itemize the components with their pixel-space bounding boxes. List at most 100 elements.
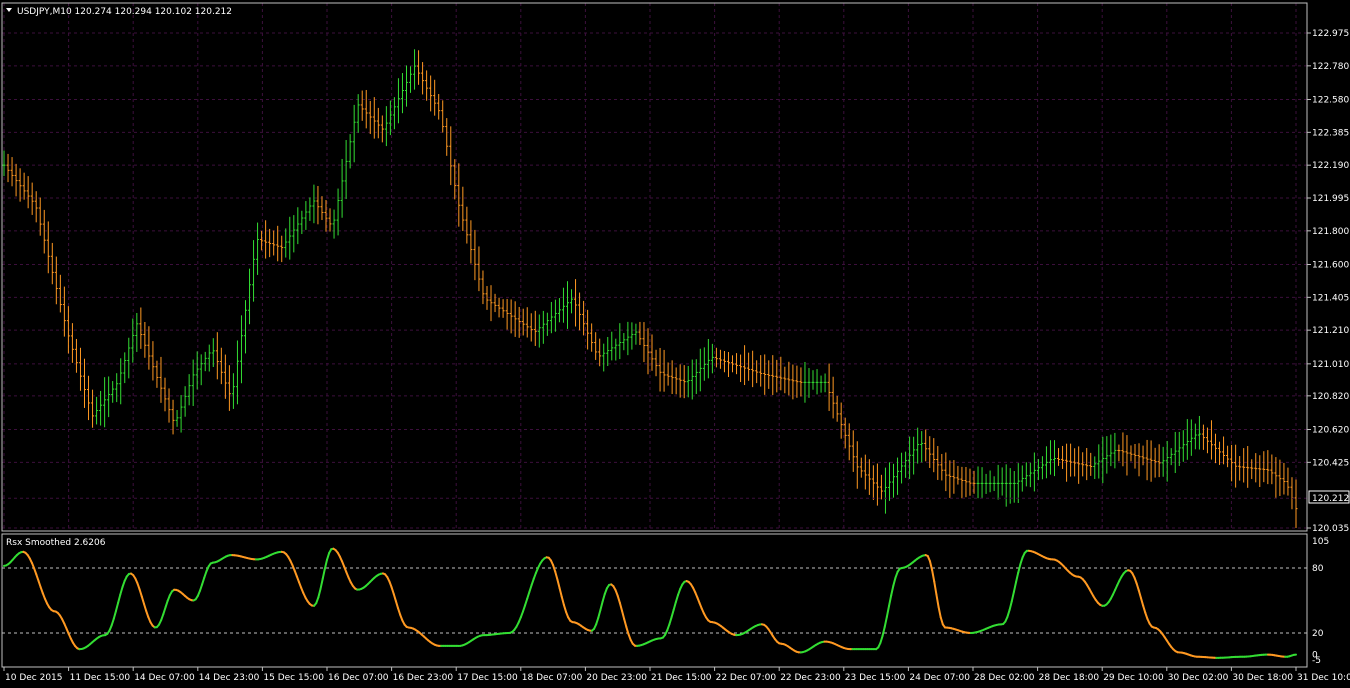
rsx-segment [138,588,143,598]
rsx-segment [117,593,122,604]
rsx-segment [528,584,533,593]
time-tick-label: 21 Dec 15:00 [651,673,712,683]
rsx-segment [1139,596,1145,607]
triangle-down-icon[interactable] [6,8,12,12]
time-tick-label: 23 Dec 15:00 [845,673,906,683]
time-tick-label: 15 Dec 15:00 [263,673,324,683]
rsx-segment [1137,589,1142,599]
time-tick-label: 14 Dec 07:00 [134,673,195,683]
indicator-tick-label: 20 [1312,629,1324,639]
indicator-tick-label: -5 [1312,656,1321,666]
rsx-segment [1010,590,1015,603]
price-tick-label: 121.010 [1312,360,1349,370]
time-tick-label: 17 Dec 15:00 [457,673,518,683]
rsx-segment [1142,604,1147,614]
rsx-segment [319,577,324,590]
price-bars [2,49,1307,529]
rsx-segment [392,592,397,603]
time-tick-label: 28 Dec 02:00 [974,673,1035,683]
rsx-segment [140,595,145,605]
rsx-segment [937,605,942,619]
rsx-segment [1017,563,1022,574]
rsx-segment [201,576,206,586]
time-tick-label: 11 Dec 15:00 [70,673,131,683]
rsx-segment [888,594,893,607]
rsx-segment [558,587,563,598]
price-tick-label: 121.800 [1312,227,1349,237]
indicator-pane-frame [1,533,1308,668]
rsx-segment [1015,571,1020,584]
rsx-segment [524,597,529,607]
rsx-segment [119,586,124,596]
rsx-segment [562,603,568,613]
rsx-segment [326,551,331,561]
svg-text:120.212: 120.212 [1312,494,1349,504]
rsx-segment [1008,600,1013,611]
time-axis: 10 Dec 2015 11 Dec 15:00 14 Dec 07:00 14 De… [3,667,1350,683]
time-tick-label: 22 Dec 23:00 [780,673,841,683]
time-tick-label: 16 Dec 07:00 [328,673,389,683]
rsx-segment [668,616,673,626]
rsx-segment [670,608,675,619]
rsx-segment [623,617,628,628]
rsx-segment [674,594,679,604]
time-tick-label: 30 Dec 02:00 [1168,673,1229,683]
indicator-axis: 10580200-5 [1312,537,1329,666]
price-axis: 122.975 122.780 122.580 122.385 122.190 121.9… [1307,29,1349,534]
time-tick-label: 28 Dec 18:00 [1039,673,1100,683]
rsx-segment [928,560,934,571]
rsx-segment [164,599,169,609]
rsx-segment [323,558,328,570]
rsx-segment [890,584,895,597]
rsx-segment [198,583,204,592]
rsx-segment [552,564,557,573]
time-tick-label: 10 Dec 2015 [5,673,63,683]
rsx-segment [526,590,531,600]
indicator-title: Rsx Smoothed 2.6206 [6,538,106,548]
rsx-segment [601,593,606,603]
rsx-segment [317,587,322,599]
rsx-segment [599,600,604,611]
rsx-segment [390,586,395,595]
rsx-segment [933,580,938,596]
rsx-segment [521,604,527,613]
rsx-segment [556,578,561,590]
rsx-segment [560,595,565,606]
time-tick-label: 14 Dec 23:00 [199,673,260,683]
rsx-segment [939,616,944,626]
rsx-segment [114,601,120,612]
rsx-segment [672,601,677,611]
rsx-segment [321,567,326,580]
rsx-segment [618,601,624,612]
current-price-marker: 120.212 [1308,490,1350,504]
chart-title: USDJPY,M10 120.274 120.294 120.102 120.2… [17,7,232,17]
rsx-segment [162,606,167,616]
time-tick-label: 18 Dec 07:00 [522,673,583,683]
rsx-segment [397,607,402,616]
rsx-segment [931,568,936,583]
price-tick-label: 122.975 [1312,29,1349,39]
mt4-chart-window[interactable]: 122.975 122.780 122.580 122.385 122.190 121.9… [0,0,1350,688]
time-tick-label: 22 Dec 07:00 [716,673,777,683]
rsx-segment [881,626,886,637]
rsx-segment [621,609,626,620]
rsx-segment [616,594,621,604]
price-tick-label: 120.425 [1312,458,1349,468]
price-tick-label: 121.600 [1312,261,1349,271]
indicator-tick-label: 80 [1312,564,1324,574]
rsx-segment [1135,582,1140,592]
rsx-segment [142,602,148,612]
time-tick-label: 16 Dec 23:00 [393,673,454,683]
time-tick-label: 20 Dec 23:00 [586,673,647,683]
rsx-segment [1019,556,1024,566]
rsx-segment [885,604,891,618]
rsx-segment [597,608,602,619]
rsx-segment [595,616,600,626]
rsx-segment [892,576,897,587]
time-tick-label: 31 Dec 10:00 [1297,673,1350,683]
price-tick-label: 122.580 [1312,96,1349,106]
rsx-segment [110,617,115,627]
rsx-segment [530,577,535,587]
time-tick-label: 29 Dec 10:00 [1103,673,1164,683]
rsx-segment [1006,608,1011,618]
